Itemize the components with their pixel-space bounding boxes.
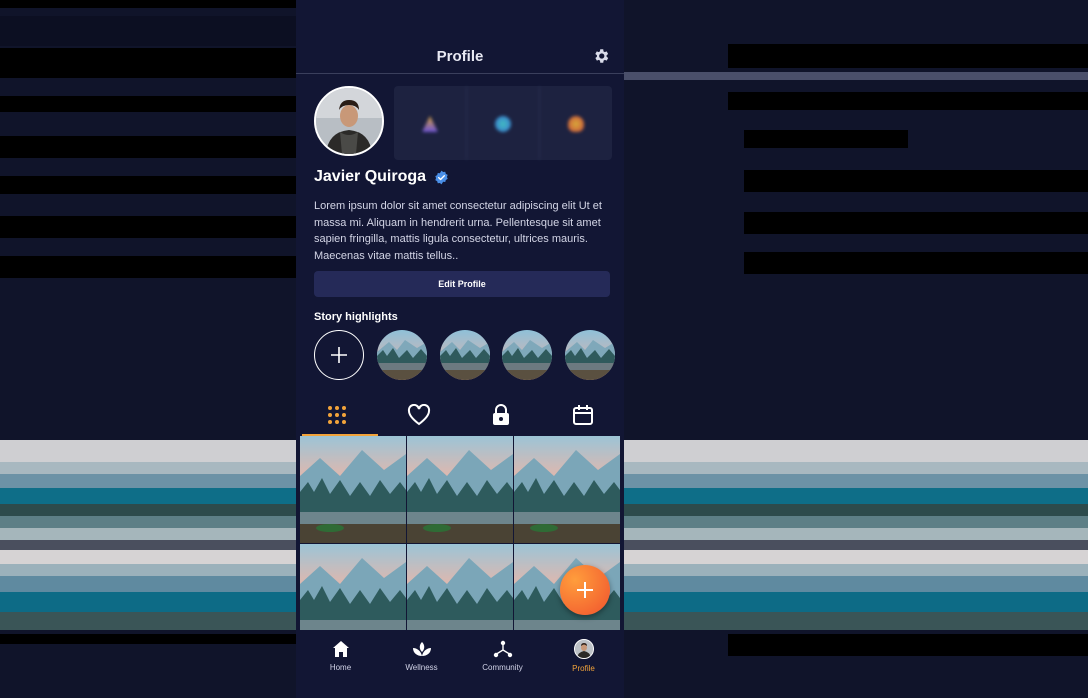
post-thumbnail[interactable] xyxy=(407,436,513,543)
tab-private[interactable] xyxy=(460,394,542,436)
story-highlight[interactable] xyxy=(502,330,552,380)
story-highlight[interactable] xyxy=(377,330,427,380)
avatar-icon xyxy=(573,639,594,659)
lotus-icon xyxy=(412,642,431,656)
edit-profile-button[interactable]: Edit Profile xyxy=(314,271,610,297)
landscape-photo-icon xyxy=(407,436,513,543)
story-highlight[interactable] xyxy=(565,330,615,380)
nav-item-community[interactable]: Community xyxy=(462,630,543,682)
stat-value xyxy=(502,100,505,111)
landscape-photo-icon xyxy=(440,330,490,380)
grid-dots-icon xyxy=(328,406,346,424)
bottom-nav: Home Wellness Community Profile xyxy=(300,630,624,682)
profile-name: Javier Quiroga xyxy=(314,168,427,185)
stage: Profile Javier Quiroga Lorem ipsum dolor… xyxy=(0,0,1088,698)
stat-value xyxy=(429,100,432,111)
plus-icon xyxy=(331,347,347,363)
nav-label: Home xyxy=(329,663,352,672)
community-icon xyxy=(493,640,512,658)
flame-icon xyxy=(568,116,584,132)
lock-icon xyxy=(493,404,509,425)
tab-posts[interactable] xyxy=(296,394,378,436)
nav-label: Community xyxy=(482,663,523,672)
calendar-icon xyxy=(573,405,593,425)
content-tabs xyxy=(296,394,624,436)
stat-value xyxy=(575,100,578,111)
home-icon xyxy=(332,641,349,657)
person-photo-icon xyxy=(316,88,382,154)
nav-item-profile[interactable]: Profile xyxy=(543,630,624,682)
stat-label xyxy=(429,137,431,146)
landscape-photo-icon xyxy=(377,330,427,380)
avatar[interactable] xyxy=(314,86,384,156)
gear-icon[interactable] xyxy=(592,47,610,65)
landscape-photo-icon xyxy=(300,436,406,543)
verified-badge-icon xyxy=(435,170,448,184)
add-highlight-button[interactable] xyxy=(314,330,364,380)
post-thumbnail[interactable] xyxy=(407,544,513,630)
stat-item xyxy=(466,86,539,160)
landscape-photo-icon xyxy=(565,330,615,380)
stat-item xyxy=(539,86,612,160)
post-thumbnail[interactable] xyxy=(300,436,406,543)
tab-liked[interactable] xyxy=(378,394,460,436)
pyramid-icon xyxy=(422,116,438,132)
heart-icon xyxy=(407,404,431,426)
landscape-photo-icon xyxy=(300,544,406,630)
stats-panel xyxy=(394,86,612,160)
nav-label: Profile xyxy=(572,664,595,673)
nav-item-home[interactable]: Home xyxy=(300,630,381,682)
background-left xyxy=(0,0,296,698)
post-thumbnail[interactable] xyxy=(514,436,620,543)
story-highlights-title: Story highlights xyxy=(314,311,398,323)
nav-item-wellness[interactable]: Wellness xyxy=(381,630,462,682)
stat-item xyxy=(394,86,466,160)
landscape-photo-icon xyxy=(514,436,620,543)
stat-label xyxy=(502,137,504,146)
globe-icon xyxy=(495,116,511,132)
plus-icon xyxy=(577,582,593,598)
phone-screen: Profile Javier Quiroga Lorem ipsum dolor… xyxy=(296,0,624,698)
nav-label: Wellness xyxy=(405,663,438,672)
profile-bio: Lorem ipsum dolor sit amet consectetur a… xyxy=(314,200,602,262)
background-right xyxy=(624,0,1088,698)
stat-label xyxy=(575,137,577,146)
add-post-button[interactable] xyxy=(560,565,610,615)
tab-events[interactable] xyxy=(542,394,624,436)
profile-name-row: Javier Quiroga xyxy=(314,168,449,186)
page-title: Profile xyxy=(436,48,484,65)
story-highlight[interactable] xyxy=(440,330,490,380)
post-thumbnail[interactable] xyxy=(300,544,406,630)
landscape-photo-icon xyxy=(502,330,552,380)
landscape-photo-icon xyxy=(407,544,513,630)
app-header: Profile xyxy=(296,40,624,74)
